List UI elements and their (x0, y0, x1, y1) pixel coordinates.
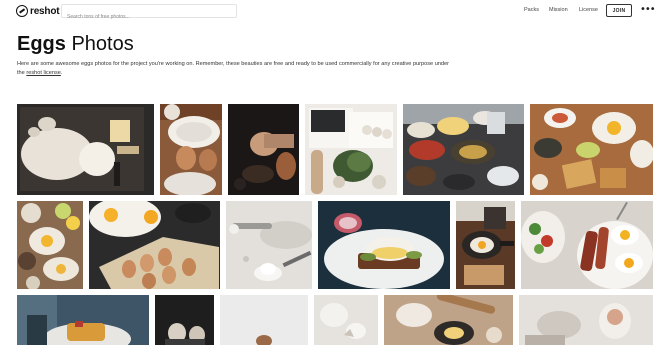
photo-flour-rolling-pin[interactable] (226, 201, 312, 289)
photo-eggs-benedict-toast-image (318, 201, 450, 289)
photo-fried-eggs-carton-image (89, 201, 220, 289)
photo-waffles-plate-image (17, 295, 149, 345)
photo-egg-on-white-image (220, 295, 308, 345)
photo-kitchen-cooking-bowls-image (403, 104, 524, 195)
photo-eggs-bacon-salad[interactable] (521, 201, 653, 289)
page-title-suffix: Photos (71, 33, 134, 55)
top-nav: reshot Packs Mission License JOIN ••• (0, 0, 670, 23)
license-link[interactable]: reshot license (26, 70, 61, 76)
photo-egg-cups-dark[interactable] (155, 295, 214, 345)
description-end: . (60, 69, 63, 76)
nav-packs-link[interactable]: Packs (524, 7, 539, 13)
page-title: Eggs Photos (17, 33, 134, 56)
photo-cookbook-eggs-herbs[interactable] (305, 104, 397, 195)
photo-breakfast-table-toast[interactable] (530, 104, 653, 195)
photo-breakfast-spread-image (17, 201, 83, 289)
photo-cracking-egg-pan[interactable] (228, 104, 299, 195)
photo-flour-eggs-dough[interactable] (17, 104, 154, 195)
photo-breakfast-table-toast-image (530, 104, 653, 195)
join-button[interactable]: JOIN (606, 4, 632, 17)
photo-pan-cooking-image (519, 295, 653, 345)
reshot-logo[interactable]: reshot (16, 3, 60, 19)
photo-breakfast-spread[interactable] (17, 201, 83, 289)
page-title-keyword: Eggs (17, 33, 66, 55)
brand-name: reshot (30, 5, 60, 17)
page-description: Here are some awesome eggs photos for th… (17, 60, 457, 78)
photo-bread-dough-eggs-image (384, 295, 513, 345)
photo-fried-eggs-carton[interactable] (89, 201, 220, 289)
photo-egg-on-white[interactable] (220, 295, 308, 345)
photo-flour-eggs-dough-image (17, 104, 154, 195)
search-box[interactable] (61, 4, 237, 23)
photo-eggs-bacon-salad-image (521, 201, 653, 289)
search-input[interactable] (62, 11, 236, 23)
photo-bread-dough-eggs[interactable] (384, 295, 513, 345)
photo-pan-cooking[interactable] (519, 295, 653, 345)
nav-license-link[interactable]: License (579, 7, 598, 13)
photo-kitchen-cooking-bowls[interactable] (403, 104, 524, 195)
photo-waffles-plate[interactable] (17, 295, 149, 345)
photo-cracking-egg-pan-image (228, 104, 299, 195)
photo-flour-rolling-pin-image (226, 201, 312, 289)
photo-eggs-bowl-flour[interactable] (160, 104, 222, 195)
photo-skillet-egg-image (456, 201, 515, 289)
photo-cracked-egg-shell[interactable] (314, 295, 378, 345)
photo-cookbook-eggs-herbs-image (305, 104, 397, 195)
nav-mission-link[interactable]: Mission (549, 7, 568, 13)
photo-eggs-benedict-toast[interactable] (318, 201, 450, 289)
photo-egg-cups-dark-image (155, 295, 214, 345)
more-menu-icon[interactable]: ••• (640, 4, 656, 16)
reshot-logo-icon (16, 5, 28, 17)
photo-eggs-bowl-flour-image (160, 104, 222, 195)
photo-skillet-egg[interactable] (456, 201, 515, 289)
description-text: Here are some awesome eggs photos for th… (17, 61, 450, 76)
photo-cracked-egg-shell-image (314, 295, 378, 345)
